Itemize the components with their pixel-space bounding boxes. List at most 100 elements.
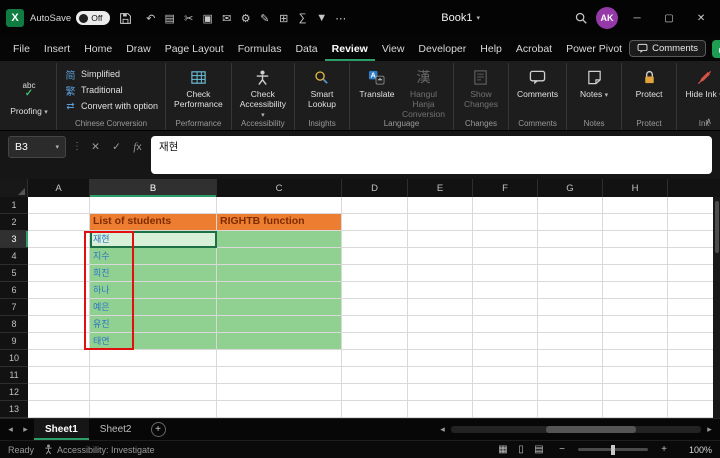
collapse-ribbon-icon[interactable]: ∧ xyxy=(705,116,712,127)
cell-C10[interactable] xyxy=(217,350,342,367)
cell-G9[interactable] xyxy=(538,333,603,350)
menu-tab-page-layout[interactable]: Page Layout xyxy=(158,36,231,61)
accessibility-status[interactable]: Accessibility: Investigate xyxy=(44,444,155,455)
cell-H10[interactable] xyxy=(603,350,668,367)
menu-tab-power-pivot[interactable]: Power Pivot xyxy=(559,36,629,61)
cell-E9[interactable] xyxy=(408,333,473,350)
translate-button[interactable]: A Translate xyxy=(355,66,399,100)
autosave-control[interactable]: AutoSave Off xyxy=(30,11,111,25)
cell-B10[interactable] xyxy=(90,350,217,367)
cell-H4[interactable] xyxy=(603,248,668,265)
cell-C2[interactable]: RIGHTB function xyxy=(217,214,342,231)
search-icon[interactable] xyxy=(571,7,590,29)
menu-tab-help[interactable]: Help xyxy=(473,36,509,61)
row-header-7[interactable]: 7 xyxy=(0,299,28,316)
cell-C12[interactable] xyxy=(217,384,342,401)
cell-E6[interactable] xyxy=(408,282,473,299)
horizontal-scrollbar[interactable]: ◂ ▸ xyxy=(436,424,716,435)
email-icon[interactable]: ✉ xyxy=(217,7,236,29)
menu-tab-insert[interactable]: Insert xyxy=(37,36,77,61)
zoom-level[interactable]: 100% xyxy=(680,445,712,455)
autosave-toggle[interactable]: Off xyxy=(76,11,111,25)
row-header-9[interactable]: 9 xyxy=(0,333,28,350)
column-header-h[interactable]: H xyxy=(603,179,668,197)
cell-D3[interactable] xyxy=(342,231,408,248)
column-header-d[interactable]: D xyxy=(342,179,408,197)
cell-A4[interactable] xyxy=(28,248,90,265)
notes-button[interactable]: Notes ▾ xyxy=(572,66,616,101)
settings-icon[interactable]: ⚙ xyxy=(236,7,255,29)
cell-D2[interactable] xyxy=(342,214,408,231)
menu-tab-review[interactable]: Review xyxy=(325,36,375,61)
zoom-slider[interactable] xyxy=(578,444,648,455)
minimize-button[interactable]: ─ xyxy=(624,5,650,31)
cut-icon[interactable]: ✂ xyxy=(179,7,198,29)
menu-tab-developer[interactable]: Developer xyxy=(411,36,473,61)
cell-A1[interactable] xyxy=(28,197,90,214)
cell-H11[interactable] xyxy=(603,367,668,384)
insert-function-icon[interactable]: fx xyxy=(130,136,145,153)
autosum-icon[interactable]: ∑ xyxy=(293,7,312,29)
sort-filter-icon[interactable]: ▼ xyxy=(312,7,331,29)
cell-G4[interactable] xyxy=(538,248,603,265)
cell-C8[interactable] xyxy=(217,316,342,333)
menu-tab-data[interactable]: Data xyxy=(288,36,324,61)
scroll-left-icon[interactable]: ◂ xyxy=(436,424,449,435)
cell-A5[interactable] xyxy=(28,265,90,282)
hide-ink-button[interactable]: Hide Ink ▾ xyxy=(682,66,720,101)
cell-C9[interactable] xyxy=(217,333,342,350)
menu-tab-acrobat[interactable]: Acrobat xyxy=(509,36,559,61)
table-icon[interactable]: ⊞ xyxy=(274,7,293,29)
cell-B8[interactable]: 유진 xyxy=(90,316,217,333)
cell-E7[interactable] xyxy=(408,299,473,316)
cell-E5[interactable] xyxy=(408,265,473,282)
cell-D10[interactable] xyxy=(342,350,408,367)
protect-button[interactable]: Protect xyxy=(627,66,671,100)
row-header-3[interactable]: 3 xyxy=(0,231,28,248)
cell-F1[interactable] xyxy=(473,197,538,214)
menu-tab-draw[interactable]: Draw xyxy=(119,36,158,61)
cell-D7[interactable] xyxy=(342,299,408,316)
cell-A2[interactable] xyxy=(28,214,90,231)
cell-F13[interactable] xyxy=(473,401,538,418)
row-header-8[interactable]: 8 xyxy=(0,316,28,333)
cell-G7[interactable] xyxy=(538,299,603,316)
cell-A9[interactable] xyxy=(28,333,90,350)
row-header-1[interactable]: 1 xyxy=(0,197,28,214)
cell-C3[interactable] xyxy=(217,231,342,248)
cell-F10[interactable] xyxy=(473,350,538,367)
close-button[interactable]: ✕ xyxy=(688,5,714,31)
paste-icon[interactable]: ▤ xyxy=(160,7,179,29)
cell-B3[interactable]: 재현 xyxy=(90,231,217,248)
hangul-hanja-conversion-button[interactable]: 漢 Hangul Hanja Conversion xyxy=(399,66,448,121)
row-header-10[interactable]: 10 xyxy=(0,350,28,367)
cell-H12[interactable] xyxy=(603,384,668,401)
horizontal-scrollbar-thumb[interactable] xyxy=(546,426,636,433)
zoom-out-icon[interactable]: − xyxy=(556,444,568,455)
cell-G12[interactable] xyxy=(538,384,603,401)
sheet-nav-right-icon[interactable]: ▸ xyxy=(19,424,32,435)
traditional-button[interactable]: 繁 Traditional xyxy=(62,82,125,98)
cell-C1[interactable] xyxy=(217,197,342,214)
cell-D5[interactable] xyxy=(342,265,408,282)
cell-C11[interactable] xyxy=(217,367,342,384)
cell-A11[interactable] xyxy=(28,367,90,384)
cell-D11[interactable] xyxy=(342,367,408,384)
copy-icon[interactable]: ▣ xyxy=(198,7,217,29)
cell-D9[interactable] xyxy=(342,333,408,350)
name-box[interactable]: B3 ▾ xyxy=(8,136,66,158)
column-header-c[interactable]: C xyxy=(217,179,342,197)
enter-icon[interactable]: ✓ xyxy=(109,136,124,153)
cell-G10[interactable] xyxy=(538,350,603,367)
excel-app-icon[interactable]: X xyxy=(6,9,24,27)
check-performance-button[interactable]: Check Performance xyxy=(171,66,226,110)
check-accessibility-button[interactable]: Check Accessibility ▾ xyxy=(237,66,289,122)
comments-button[interactable]: Comments xyxy=(514,66,561,100)
zoom-in-icon[interactable]: + xyxy=(658,444,670,455)
cell-B11[interactable] xyxy=(90,367,217,384)
cell-D1[interactable] xyxy=(342,197,408,214)
share-button[interactable]: ▾ xyxy=(712,39,720,58)
column-header-e[interactable]: E xyxy=(408,179,473,197)
zoom-slider-thumb[interactable] xyxy=(611,444,615,455)
cell-C7[interactable] xyxy=(217,299,342,316)
